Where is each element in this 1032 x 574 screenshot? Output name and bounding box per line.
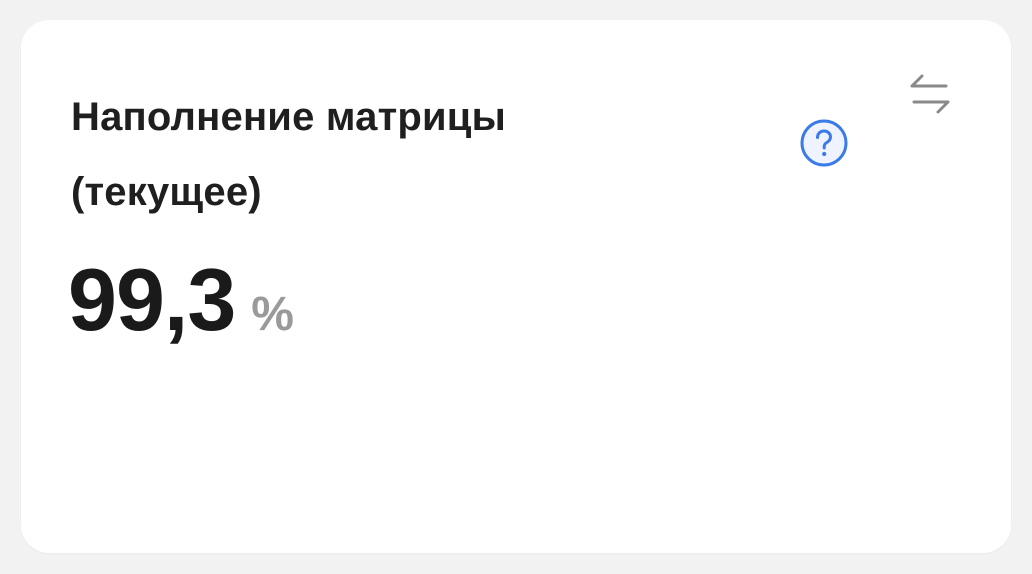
metric-card: Наполнение матрицы (текущее) 99,3 %: [21, 20, 1011, 553]
metric-value: 99,3: [68, 250, 236, 349]
card-title: Наполнение матрицы (текущее): [71, 95, 506, 214]
swap-arrows-icon[interactable]: [908, 74, 952, 114]
metric-readout: 99,3 %: [68, 256, 294, 344]
metric-unit: %: [251, 288, 294, 341]
question-circle-icon[interactable]: [800, 119, 848, 167]
